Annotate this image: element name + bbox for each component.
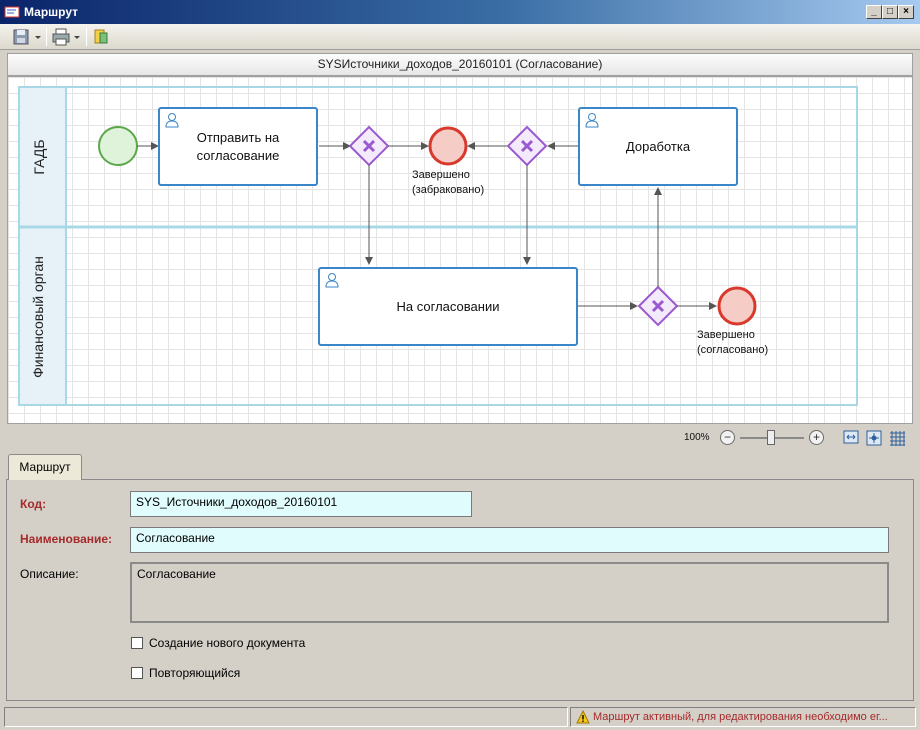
zoom-in-button[interactable]: + [809, 430, 824, 445]
end-event-approved [717, 286, 757, 326]
status-cell-main [4, 707, 568, 727]
status-bar: Маршрут активный, для редактирования нео… [0, 705, 920, 730]
task-on-approval[interactable]: На согласовании [318, 267, 578, 346]
print-button[interactable] [50, 27, 84, 47]
close-button[interactable]: × [898, 5, 914, 19]
save-button[interactable] [10, 27, 44, 47]
export-button[interactable] [92, 27, 112, 47]
new-document-checkbox-label: Создание нового документа [149, 636, 306, 650]
status-message: Маршрут активный, для редактирования нео… [593, 711, 888, 723]
description-field[interactable]: Согласование [130, 562, 889, 623]
task-send-for-approval[interactable]: Отправить на согласование [158, 107, 318, 186]
name-label: Наименование: [20, 532, 113, 546]
name-field[interactable]: Согласование [130, 527, 889, 553]
repeating-checkbox[interactable] [131, 667, 143, 679]
code-field[interactable]: SYS_Источники_доходов_20160101 [130, 491, 472, 517]
lane-label-finance: Финансовый орган [30, 256, 46, 378]
repeating-checkbox-label: Повторяющийся [149, 666, 241, 680]
zoom-out-button[interactable]: − [720, 430, 735, 445]
exclusive-gateway-1 [348, 125, 390, 167]
task-label: Доработка [625, 138, 691, 154]
window-title: Маршрут [24, 5, 79, 19]
export-icon [94, 29, 108, 44]
repeating-checkbox-row[interactable]: Повторяющийся [131, 666, 240, 680]
zoom-level: 100% [684, 432, 710, 443]
minimize-button[interactable]: _ [866, 5, 882, 19]
task-label: Отправить на согласование [196, 129, 280, 163]
start-event [98, 126, 138, 166]
end-event-approved-label: Завершено (согласовано) [697, 329, 769, 356]
save-icon [13, 29, 41, 45]
exclusive-gateway-2 [506, 125, 548, 167]
exclusive-gateway-3 [637, 285, 679, 327]
task-rework[interactable]: Доработка [578, 107, 738, 186]
task-label: На согласовании [396, 298, 500, 314]
print-icon [52, 28, 80, 46]
diagram-canvas[interactable]: ГАДБ Финансовый орган Отправить на согла… [7, 76, 913, 424]
status-cell-warning: Маршрут активный, для редактирования нео… [570, 707, 916, 727]
end-event-rejected-label: Завершено (забраковано) [412, 169, 485, 196]
lane-label-gadb: ГАДБ [31, 139, 47, 175]
title-bar: Маршрут _ □ × [0, 0, 920, 24]
zoom-slider[interactable] [767, 430, 775, 445]
new-document-checkbox[interactable] [131, 637, 143, 649]
fit-width-icon[interactable] [843, 430, 860, 446]
diagram-title: SYSИсточники_доходов_20160101 (Согласова… [7, 53, 913, 76]
description-label: Описание: [20, 567, 79, 581]
toolbar [0, 24, 920, 50]
diagram-connectors [18, 86, 858, 406]
fit-page-icon[interactable] [866, 430, 883, 446]
maximize-button[interactable]: □ [882, 5, 898, 19]
zoom-bar: 100% − + [0, 426, 920, 450]
new-document-checkbox-row[interactable]: Создание нового документа [131, 636, 305, 650]
route-app-icon [4, 6, 20, 18]
end-event-rejected [428, 126, 468, 166]
warning-icon [576, 710, 590, 724]
code-label: Код: [20, 497, 47, 511]
grid-toggle-icon[interactable] [889, 430, 906, 446]
tab-route[interactable]: Маршрут [8, 454, 82, 480]
